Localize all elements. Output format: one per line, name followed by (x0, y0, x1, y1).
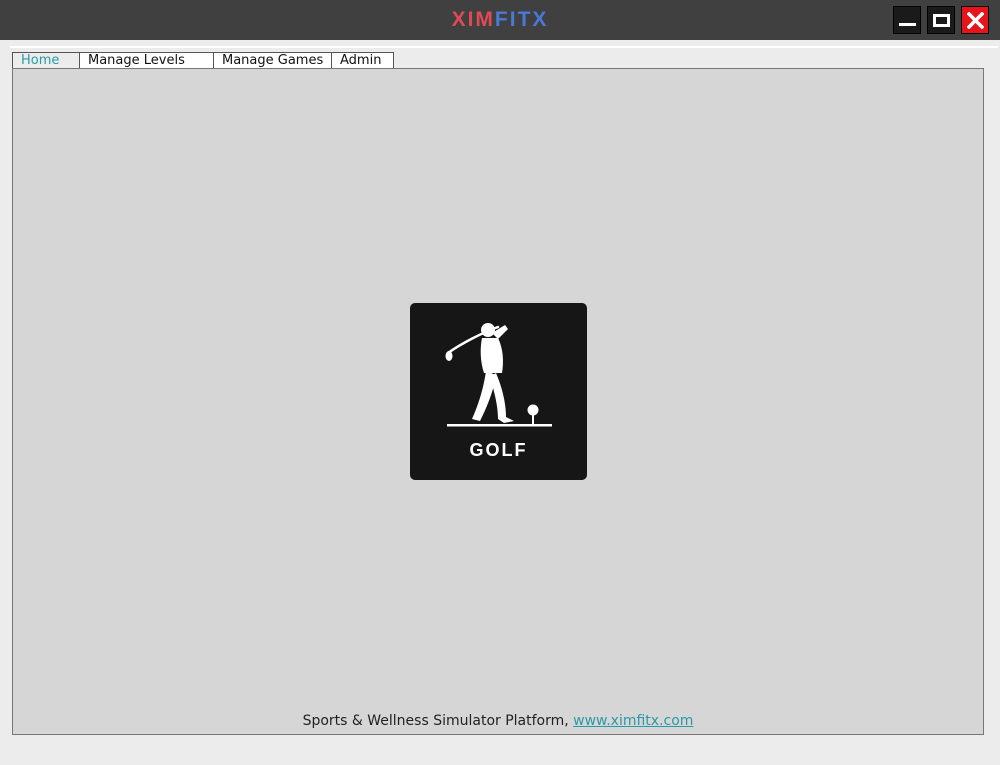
separator-line (10, 46, 998, 48)
close-button[interactable] (961, 6, 989, 34)
golf-game-tile[interactable]: GOLF (410, 303, 587, 480)
title-bar: XIMFITX (0, 0, 1000, 40)
footer-text: Sports & Wellness Simulator Platform, (302, 713, 574, 729)
footer: Sports & Wellness Simulator Platform, ww… (13, 713, 983, 729)
minimize-icon (899, 23, 916, 26)
maximize-icon (933, 14, 950, 27)
app-logo: XIMFITX (0, 7, 1000, 33)
website-link[interactable]: www.ximfitx.com (573, 713, 693, 729)
golf-label: GOLF (469, 440, 528, 460)
home-panel: GOLF Sports & Wellness Simulator Platfor… (12, 68, 984, 735)
minimize-button[interactable] (893, 6, 921, 34)
tab-manage-games[interactable]: Manage Games (213, 52, 332, 69)
logo-part-xim: XIM (451, 8, 495, 31)
logo-part-fitx: FITX (494, 8, 549, 31)
tab-manage-levels[interactable]: Manage Levels (79, 52, 214, 69)
maximize-button[interactable] (927, 6, 955, 34)
tab-admin[interactable]: Admin (331, 52, 394, 69)
close-icon (967, 12, 984, 29)
